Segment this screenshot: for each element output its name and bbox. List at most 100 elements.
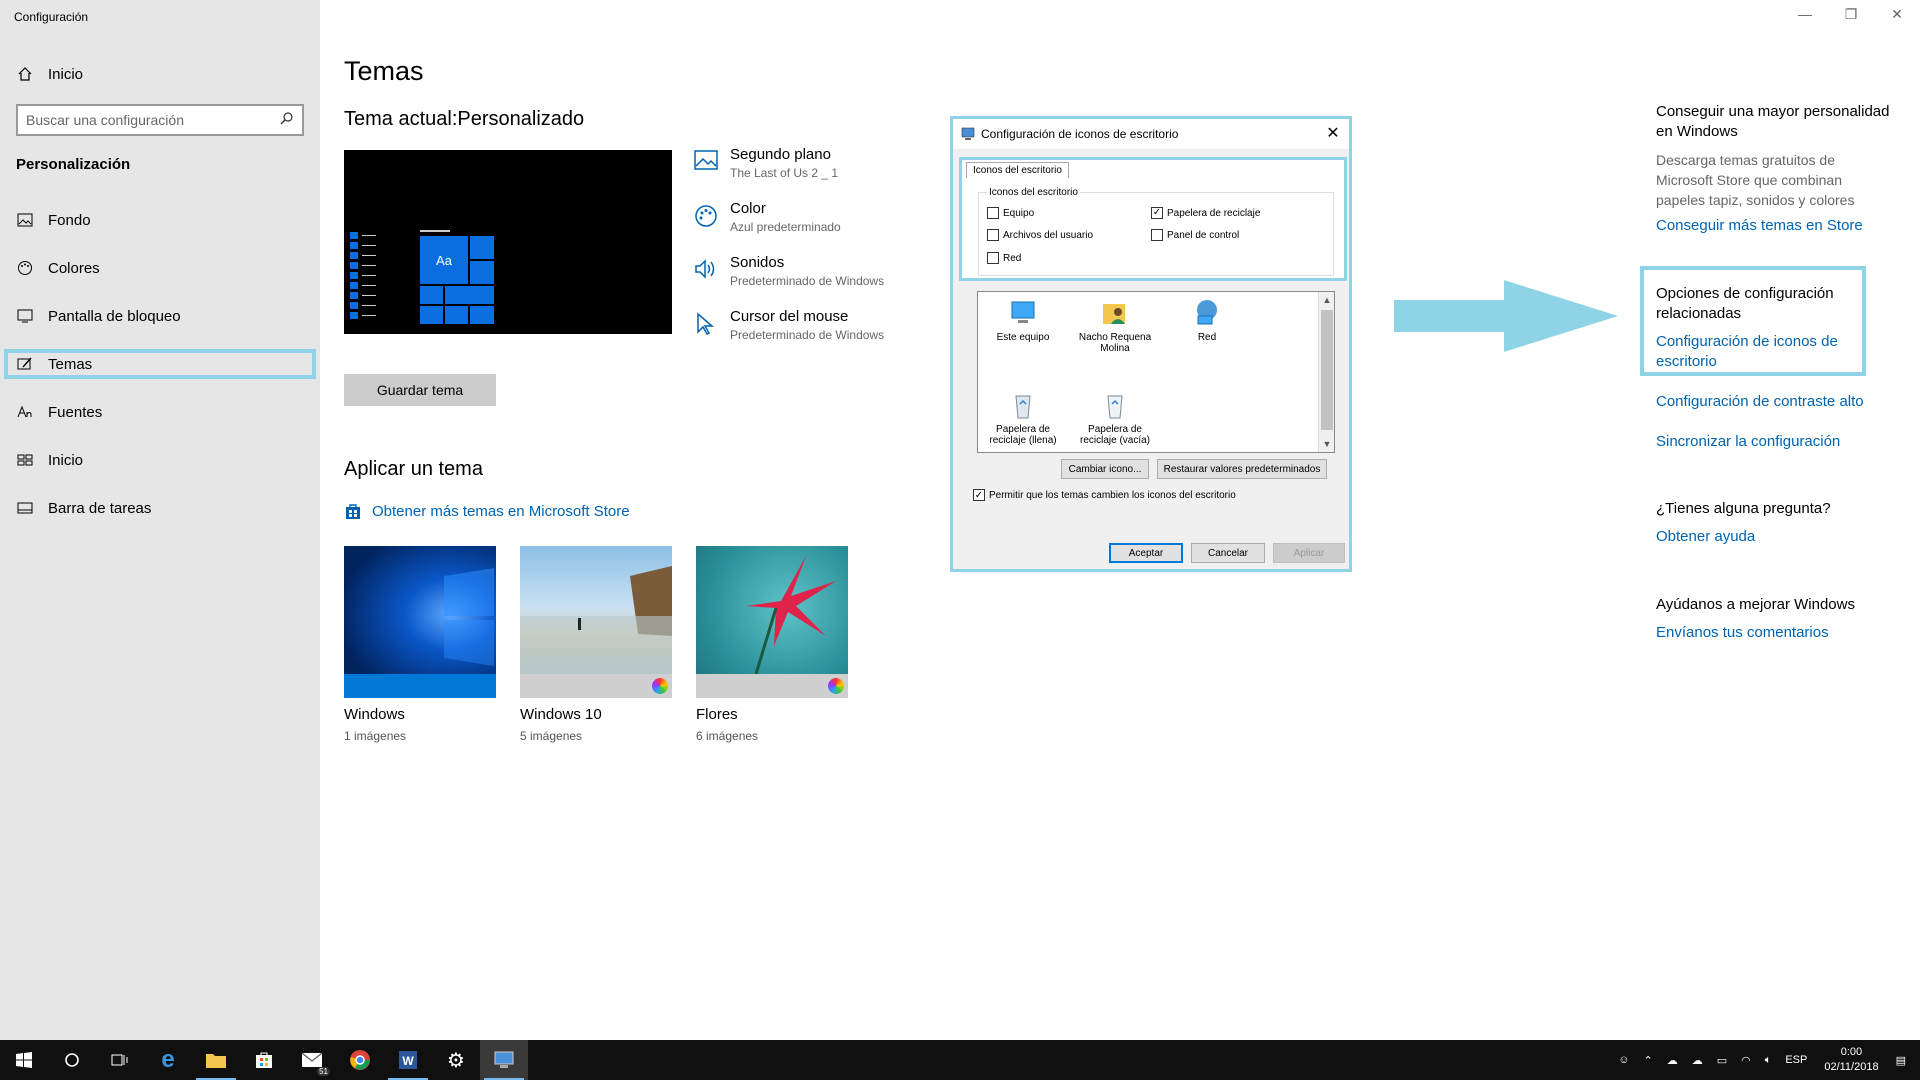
chevron-up-icon[interactable]: ⌃ [1636,1054,1659,1067]
desktop-icon-settings-taskbar-icon[interactable] [480,1040,528,1080]
sidebar-item-label: Temas [48,355,93,373]
people-icon[interactable]: ☺ [1611,1054,1636,1066]
checkbox-equipo[interactable]: Equipo [987,207,1034,219]
theme-card-windows-10[interactable]: Windows 10 5 imágenes [520,546,672,743]
allow-themes-checkbox[interactable]: ✓ Permitir que los temas cambien los ico… [973,489,1236,501]
question-heading: ¿Tienes alguna pregunta? [1656,500,1831,517]
dialog-title: Configuración de iconos de escritorio [981,127,1179,141]
app-title: Configuración [14,10,89,24]
setting-mouse-cursor[interactable]: Cursor del mouse Predeterminado de Window… [694,308,924,362]
more-themes-link[interactable]: Conseguir más temas en Store [1656,216,1896,236]
icon-este-equipo[interactable]: Este equipo [978,298,1068,343]
icon-label: Red [1197,332,1217,343]
clock[interactable]: 0:00 02/11/2018 [1814,1045,1888,1075]
checkbox-label: Archivos del usuario [1003,229,1094,241]
ok-button[interactable]: Aceptar [1109,543,1183,563]
sidebar-item-inicio[interactable]: Inicio [0,436,320,484]
icon-papelera-llena[interactable]: Papelera de reciclaje (llena) [978,390,1068,446]
restore-defaults-button[interactable]: Restaurar valores predeterminados [1157,459,1327,479]
search-box[interactable] [16,104,304,136]
chrome-icon[interactable] [336,1040,384,1080]
theme-card-windows[interactable]: Windows 1 imágenes [344,546,496,743]
sync-settings-link[interactable]: Sincronizar la configuración [1656,432,1896,452]
windows-start-icon[interactable] [0,1040,48,1080]
file-explorer-icon[interactable] [192,1040,240,1080]
save-theme-button[interactable]: Guardar tema [344,374,496,406]
icon-papelera-vacia[interactable]: Papelera de reciclaje (vacía) [1070,390,1160,446]
wifi-icon[interactable]: ◠ [1734,1054,1758,1067]
mail-icon[interactable]: 51 [288,1040,336,1080]
icon-usuario[interactable]: Nacho Requena Molina [1070,298,1160,354]
theme-card-flores[interactable]: Flores 6 imágenes [696,546,848,743]
sidebar-item-colores[interactable]: Colores [0,244,320,292]
network-icon [1192,298,1222,328]
checkbox-papelera[interactable]: ✓ Papelera de reciclaje [1151,207,1260,219]
sidebar-item-pantalla-bloqueo[interactable]: Pantalla de bloqueo [0,292,320,340]
icon-preview-list: Este equipo Nacho Requena Molina Red Pap… [977,291,1335,453]
scrollbar[interactable]: ▲ ▼ [1318,292,1334,452]
high-contrast-link[interactable]: Configuración de contraste alto [1656,392,1896,412]
sidebar-item-fondo[interactable]: Fondo [0,196,320,244]
cancel-button[interactable]: Cancelar [1191,543,1265,563]
theme-count: 1 imágenes [344,729,407,743]
picture-icon [694,146,730,200]
theme-thumbnail [696,546,848,698]
restore-icon[interactable]: ❐ [1828,6,1874,23]
tab-desktop-icons[interactable]: Iconos del escritorio [966,162,1069,178]
checkbox-box[interactable] [987,207,999,219]
desktop-icons-link[interactable]: Configuración de iconos de escritorio [1656,332,1866,372]
get-help-link[interactable]: Obtener ayuda [1656,527,1896,547]
icon-label: Papelera de reciclaje (vacía) [1079,424,1151,446]
sidebar-item-temas[interactable]: Temas [4,349,316,379]
settings-gear-icon[interactable]: ⚙ [432,1040,480,1080]
scroll-thumb[interactable] [1321,310,1333,430]
checkbox-red[interactable]: Red [987,252,1021,264]
feedback-link[interactable]: Envíanos tus comentarios [1656,623,1896,643]
battery-icon[interactable]: ▭ [1710,1054,1734,1067]
mail-badge: 51 [317,1067,330,1076]
checkbox-panel-control[interactable]: Panel de control [1151,229,1239,241]
setting-sounds[interactable]: Sonidos Predeterminado de Windows [694,254,924,308]
cortana-icon[interactable] [48,1040,96,1080]
setting-background[interactable]: Segundo plano The Last of Us 2 _ 1 [694,146,924,200]
word-icon[interactable]: W [384,1040,432,1080]
search-icon[interactable] [280,111,294,130]
speaker-icon [694,254,730,308]
close-icon[interactable]: ✕ [1323,123,1343,143]
close-window-icon[interactable]: ✕ [1874,6,1920,23]
sidebar-item-label: Barra de tareas [48,499,152,517]
setting-color[interactable]: Color Azul predeterminado [694,200,924,254]
desktop-icons-group: Iconos del escritorio Equipo ✓ Papelera d… [978,187,1334,276]
nav-list: Fondo Colores Pantalla de bloqueo Temas … [0,196,320,532]
task-view-icon[interactable] [96,1040,144,1080]
cloud-icon[interactable]: ☁ [1660,1054,1685,1067]
scroll-up-icon[interactable]: ▲ [1319,292,1335,308]
scroll-down-icon[interactable]: ▼ [1319,436,1335,452]
onedrive-icon[interactable]: ☁ [1685,1054,1710,1067]
checkmark-icon[interactable]: ✓ [973,489,985,501]
checkbox-box[interactable] [987,229,999,241]
volume-icon[interactable]: 🔈︎ [1758,1054,1779,1067]
svg-text:W: W [402,1054,414,1068]
search-input[interactable] [26,112,280,128]
nav-home[interactable]: Inicio [16,62,83,86]
checkbox-label: Papelera de reciclaje [1167,207,1261,219]
change-icon-button[interactable]: Cambiar icono... [1061,459,1149,479]
checkbox-label: Permitir que los temas cambien los icono… [989,489,1236,501]
action-center-icon[interactable]: ▤ [1889,1054,1920,1067]
minimize-icon[interactable]: — [1782,6,1828,22]
edge-icon[interactable]: e [144,1040,192,1080]
checkbox-box[interactable] [987,252,999,264]
checkmark-icon[interactable]: ✓ [1151,207,1163,219]
sidebar-item-barra-tareas[interactable]: Barra de tareas [0,484,320,532]
store-link[interactable]: Obtener más temas en Microsoft Store [344,502,630,520]
annotation-arrow-icon [1394,280,1618,357]
checkbox-box[interactable] [1151,229,1163,241]
language-indicator[interactable]: ESP [1778,1054,1814,1066]
icon-label: Este equipo [996,332,1050,343]
sidebar-item-fuentes[interactable]: Fuentes [0,388,320,436]
icon-red[interactable]: Red [1162,298,1252,343]
checkbox-archivos-usuario[interactable]: Archivos del usuario [987,229,1093,241]
theme-name: Windows 10 [520,706,602,723]
store-icon[interactable] [240,1040,288,1080]
